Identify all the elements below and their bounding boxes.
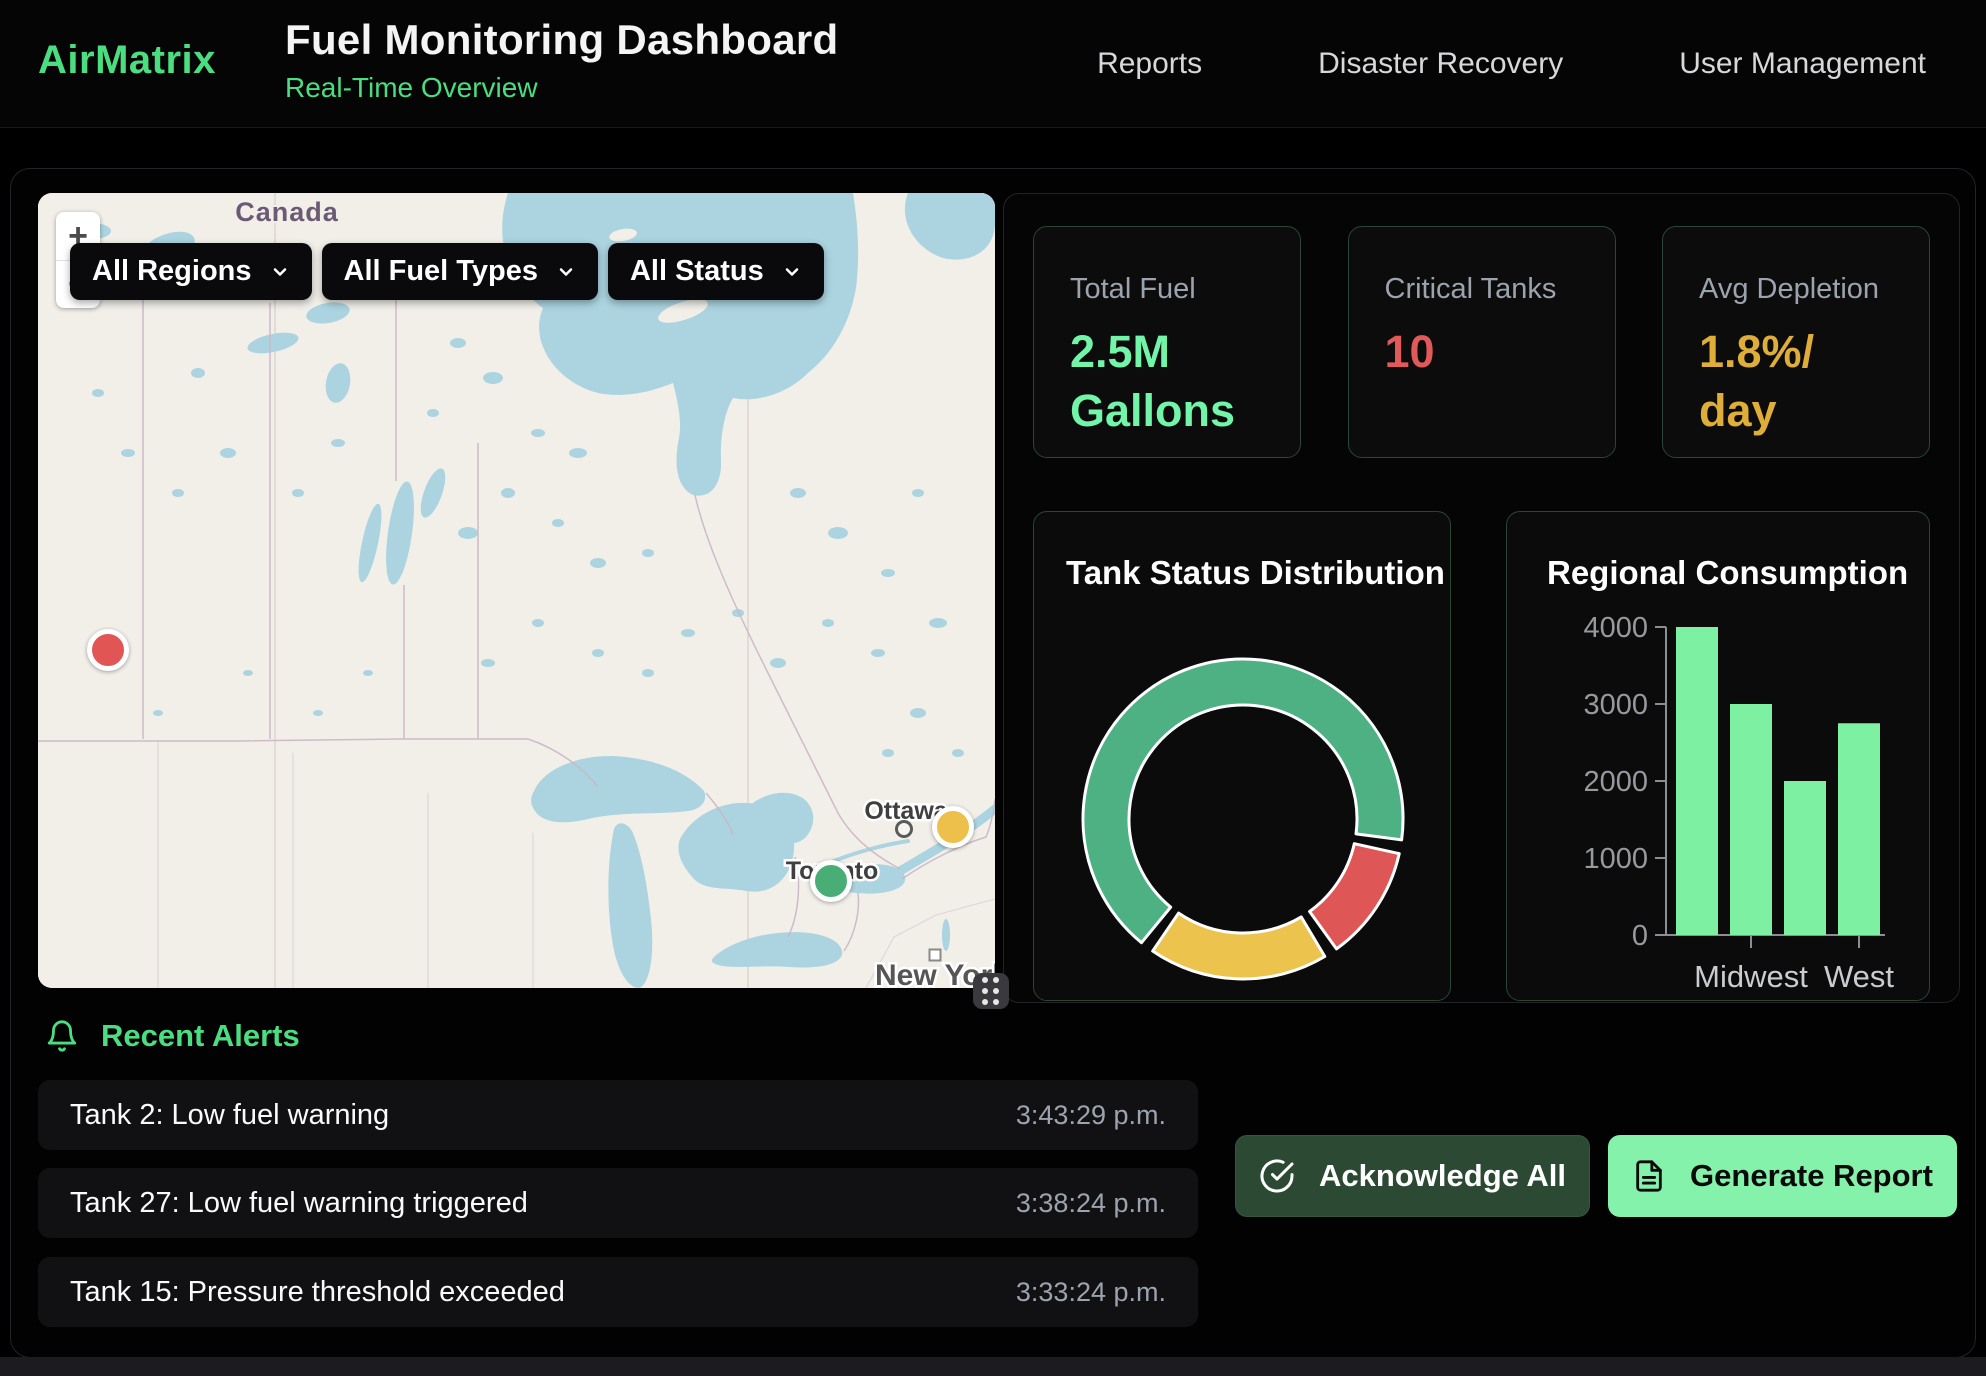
- nav-reports[interactable]: Reports: [1097, 47, 1202, 81]
- ottawa-town-icon: [895, 820, 913, 838]
- stat-label: Avg Depletion: [1699, 273, 1905, 306]
- title-block: Fuel Monitoring Dashboard Real-Time Over…: [285, 16, 838, 104]
- page-background-strip: [0, 1357, 1986, 1376]
- metrics-panel: Total Fuel 2.5M Gallons Critical Tanks 1…: [1003, 193, 1960, 1003]
- svg-text:West: West: [1824, 959, 1894, 994]
- stats-row: Total Fuel 2.5M Gallons Critical Tanks 1…: [1033, 226, 1930, 458]
- file-text-icon: [1632, 1159, 1666, 1193]
- svg-text:0: 0: [1632, 920, 1648, 952]
- stat-value: 10: [1385, 322, 1575, 381]
- bell-icon: [45, 1019, 79, 1053]
- svg-text:Midwest: Midwest: [1694, 959, 1808, 994]
- stat-label: Total Fuel: [1070, 273, 1276, 306]
- alert-timestamp: 3:38:24 p.m.: [1016, 1188, 1166, 1219]
- tank-status-chart-card: Tank Status Distribution: [1033, 511, 1451, 1001]
- chevron-down-icon: [270, 262, 290, 282]
- alerts-title-text: Recent Alerts: [101, 1018, 300, 1054]
- page-subtitle: Real-Time Overview: [285, 72, 838, 104]
- alert-message: Tank 2: Low fuel warning: [70, 1099, 389, 1132]
- tank-marker-warning[interactable]: [932, 806, 974, 848]
- tank-status-donut-chart: [1034, 612, 1452, 1002]
- alert-row[interactable]: Tank 27: Low fuel warning triggered 3:38…: [38, 1168, 1198, 1238]
- stat-value: 2.5M Gallons: [1070, 322, 1260, 441]
- status-filter-dropdown[interactable]: All Status: [608, 243, 824, 300]
- top-bar: AirMatrix Fuel Monitoring Dashboard Real…: [0, 0, 1986, 128]
- alert-row[interactable]: Tank 2: Low fuel warning 3:43:29 p.m.: [38, 1080, 1198, 1150]
- map-resize-handle[interactable]: [973, 973, 1009, 1009]
- page-title: Fuel Monitoring Dashboard: [285, 16, 838, 64]
- regional-consumption-chart-card: Regional Consumption 0 1000 2000 3000 4000 Mi…: [1506, 511, 1930, 1001]
- brand-logo: AirMatrix: [38, 38, 216, 83]
- tank-map[interactable]: Canada Ottawa Toronto New York + − All R…: [38, 193, 995, 988]
- generate-report-label: Generate Report: [1690, 1158, 1933, 1194]
- fuel-type-filter-dropdown[interactable]: All Fuel Types: [322, 243, 598, 300]
- alert-row[interactable]: Tank 15: Pressure threshold exceeded 3:3…: [38, 1257, 1198, 1327]
- map-label-country: Canada: [235, 197, 339, 227]
- acknowledge-all-button[interactable]: Acknowledge All: [1235, 1135, 1590, 1217]
- chart-title: Tank Status Distribution: [1066, 554, 1445, 592]
- regional-consumption-bar-chart: 0 1000 2000 3000 4000 Midwest West: [1507, 612, 1931, 1002]
- stat-card-avg-depletion: Avg Depletion 1.8%/​day: [1662, 226, 1930, 458]
- stat-value: 1.8%/​day: [1699, 322, 1889, 441]
- alerts-header: Recent Alerts: [45, 1018, 300, 1054]
- chevron-down-icon: [556, 262, 576, 282]
- chevron-down-icon: [782, 262, 802, 282]
- svg-text:2000: 2000: [1583, 766, 1648, 798]
- acknowledge-all-label: Acknowledge All: [1319, 1158, 1566, 1194]
- check-circle-icon: [1259, 1158, 1295, 1194]
- tank-marker-normal[interactable]: [810, 860, 852, 902]
- map-canvas: Canada Ottawa Toronto New York: [38, 193, 995, 988]
- nav-user-management[interactable]: User Management: [1679, 47, 1926, 81]
- map-filter-bar: All Regions All Fuel Types All Status: [70, 243, 824, 300]
- alert-timestamp: 3:43:29 p.m.: [1016, 1100, 1166, 1131]
- region-filter-label: All Regions: [92, 255, 252, 288]
- alert-message: Tank 27: Low fuel warning triggered: [70, 1187, 528, 1220]
- stat-card-critical-tanks: Critical Tanks 10: [1348, 226, 1616, 458]
- svg-text:1000: 1000: [1583, 843, 1648, 875]
- region-filter-dropdown[interactable]: All Regions: [70, 243, 312, 300]
- fuel-type-filter-label: All Fuel Types: [344, 255, 538, 288]
- town-dot-icon: [929, 949, 942, 962]
- tank-marker-critical[interactable]: [87, 629, 129, 671]
- main-nav: Reports Disaster Recovery User Managemen…: [1097, 0, 1926, 127]
- charts-row: Tank Status Distribution Regional Consum…: [1033, 511, 1930, 1001]
- svg-text:3000: 3000: [1583, 689, 1648, 721]
- svg-text:4000: 4000: [1583, 612, 1648, 644]
- stat-card-total-fuel: Total Fuel 2.5M Gallons: [1033, 226, 1301, 458]
- status-filter-label: All Status: [630, 255, 764, 288]
- chart-title: Regional Consumption: [1547, 554, 1908, 592]
- alert-message: Tank 15: Pressure threshold exceeded: [70, 1276, 565, 1309]
- generate-report-button[interactable]: Generate Report: [1608, 1135, 1957, 1217]
- stat-label: Critical Tanks: [1385, 273, 1591, 306]
- alert-timestamp: 3:33:24 p.m.: [1016, 1277, 1166, 1308]
- nav-disaster-recovery[interactable]: Disaster Recovery: [1318, 47, 1563, 81]
